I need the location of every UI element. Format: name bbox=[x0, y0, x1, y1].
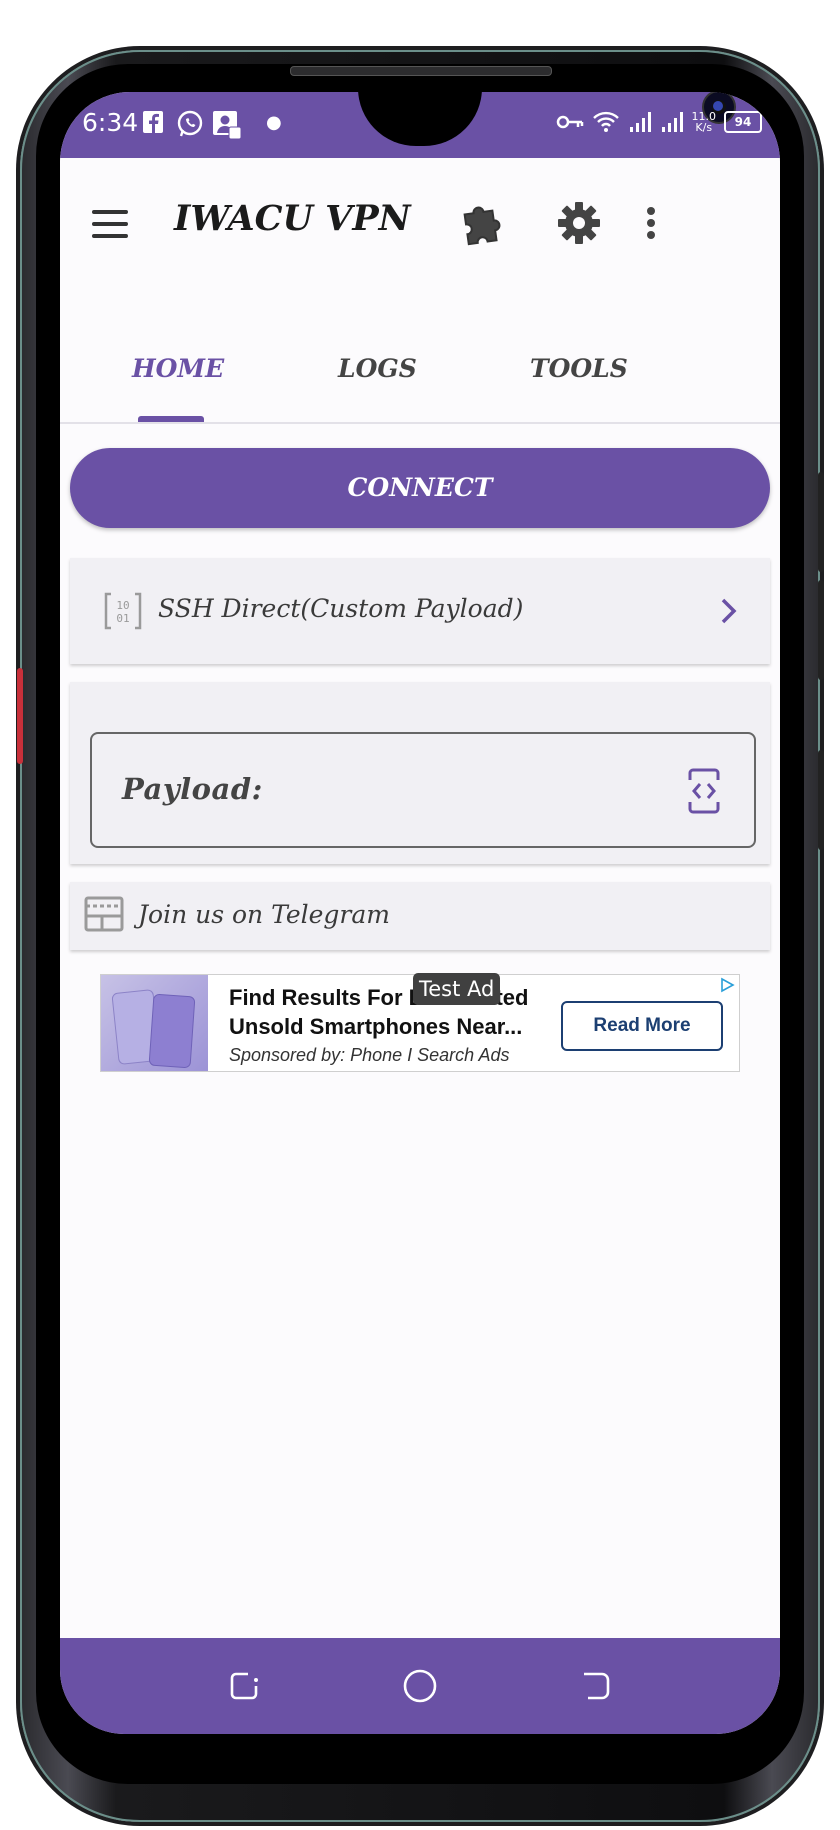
facebook-icon bbox=[142, 110, 164, 139]
contact-icon bbox=[212, 110, 242, 145]
app-bar: IWACU VPN bbox=[60, 158, 780, 338]
payload-card: Payload: bbox=[70, 682, 770, 864]
ad-banner[interactable]: Find Results For Discounted Unsold Smart… bbox=[100, 973, 740, 1072]
chevron-right-icon bbox=[721, 598, 737, 624]
tab-home[interactable]: HOME bbox=[132, 354, 224, 383]
camera-notch bbox=[358, 92, 736, 146]
ad-title: Find Results For Discounted Unsold Smart… bbox=[229, 983, 559, 1041]
dot-icon: ● bbox=[266, 112, 282, 133]
payload-field[interactable]: Payload: bbox=[90, 732, 756, 848]
recent-apps-icon[interactable] bbox=[226, 1668, 262, 1704]
network-speed: 11.0 K/s bbox=[692, 111, 717, 133]
connection-mode-label: SSH Direct(Custom Payload) bbox=[158, 594, 524, 623]
ad-sponsor: Sponsored by: Phone I Search Ads bbox=[229, 1045, 510, 1065]
system-nav-bar bbox=[60, 1638, 780, 1734]
telegram-label: Join us on Telegram bbox=[138, 900, 390, 929]
home-icon[interactable] bbox=[402, 1668, 438, 1704]
ad-choices-icon[interactable] bbox=[719, 977, 735, 993]
wifi-icon bbox=[592, 111, 619, 132]
status-bar: 6:34 ● 11.0 K/s 94 bbox=[60, 92, 780, 158]
ad-image bbox=[101, 975, 208, 1071]
earpiece-speaker bbox=[290, 66, 552, 76]
battery-indicator: 94 bbox=[724, 111, 762, 133]
signal-icon bbox=[629, 112, 651, 132]
back-icon[interactable] bbox=[578, 1668, 614, 1704]
connection-mode-selector[interactable]: 10 01 SSH Direct(Custom Payload) bbox=[70, 558, 770, 664]
speed-unit: K/s bbox=[695, 121, 713, 134]
payload-label: Payload: bbox=[122, 772, 263, 806]
status-time: 6:34 bbox=[82, 108, 139, 137]
ad-title-line2: Unsold Smartphones Near... bbox=[229, 1014, 523, 1039]
tab-tools[interactable]: TOOLS bbox=[530, 354, 628, 383]
web-layout-icon bbox=[84, 896, 124, 932]
more-vert-icon[interactable] bbox=[638, 198, 664, 248]
settings-gear-icon[interactable] bbox=[554, 198, 604, 248]
tab-indicator bbox=[138, 416, 204, 422]
code-editor-icon[interactable] bbox=[688, 768, 720, 814]
volume-down-key bbox=[818, 580, 824, 680]
tab-bar: HOME LOGS TOOLS bbox=[60, 338, 780, 424]
read-more-button[interactable]: Read More bbox=[561, 1001, 723, 1051]
connect-button[interactable]: CONNECT bbox=[70, 448, 770, 528]
vpn-key-icon bbox=[556, 115, 583, 129]
side-key bbox=[17, 668, 23, 764]
svg-text:10: 10 bbox=[116, 599, 129, 612]
svg-text:01: 01 bbox=[116, 612, 129, 625]
tab-logs[interactable]: LOGS bbox=[338, 354, 417, 383]
app-title: IWACU VPN bbox=[174, 198, 411, 239]
whatsapp-icon bbox=[176, 110, 204, 143]
signal-icon bbox=[661, 112, 683, 132]
test-ad-badge: Test Ad bbox=[413, 973, 501, 1005]
power-key bbox=[818, 750, 824, 850]
volume-up-key bbox=[818, 472, 824, 572]
binary-icon: 10 01 bbox=[104, 592, 142, 630]
menu-icon[interactable] bbox=[92, 210, 128, 238]
telegram-banner[interactable]: Join us on Telegram bbox=[70, 882, 770, 950]
status-right-group: 11.0 K/s 94 bbox=[556, 110, 762, 134]
screen: 6:34 ● 11.0 K/s 94 IWACU VPN HOME LOGS T… bbox=[60, 92, 780, 1734]
ad-title-line1: Find Results For Discounted bbox=[229, 985, 529, 1010]
plugin-icon[interactable] bbox=[458, 198, 508, 248]
